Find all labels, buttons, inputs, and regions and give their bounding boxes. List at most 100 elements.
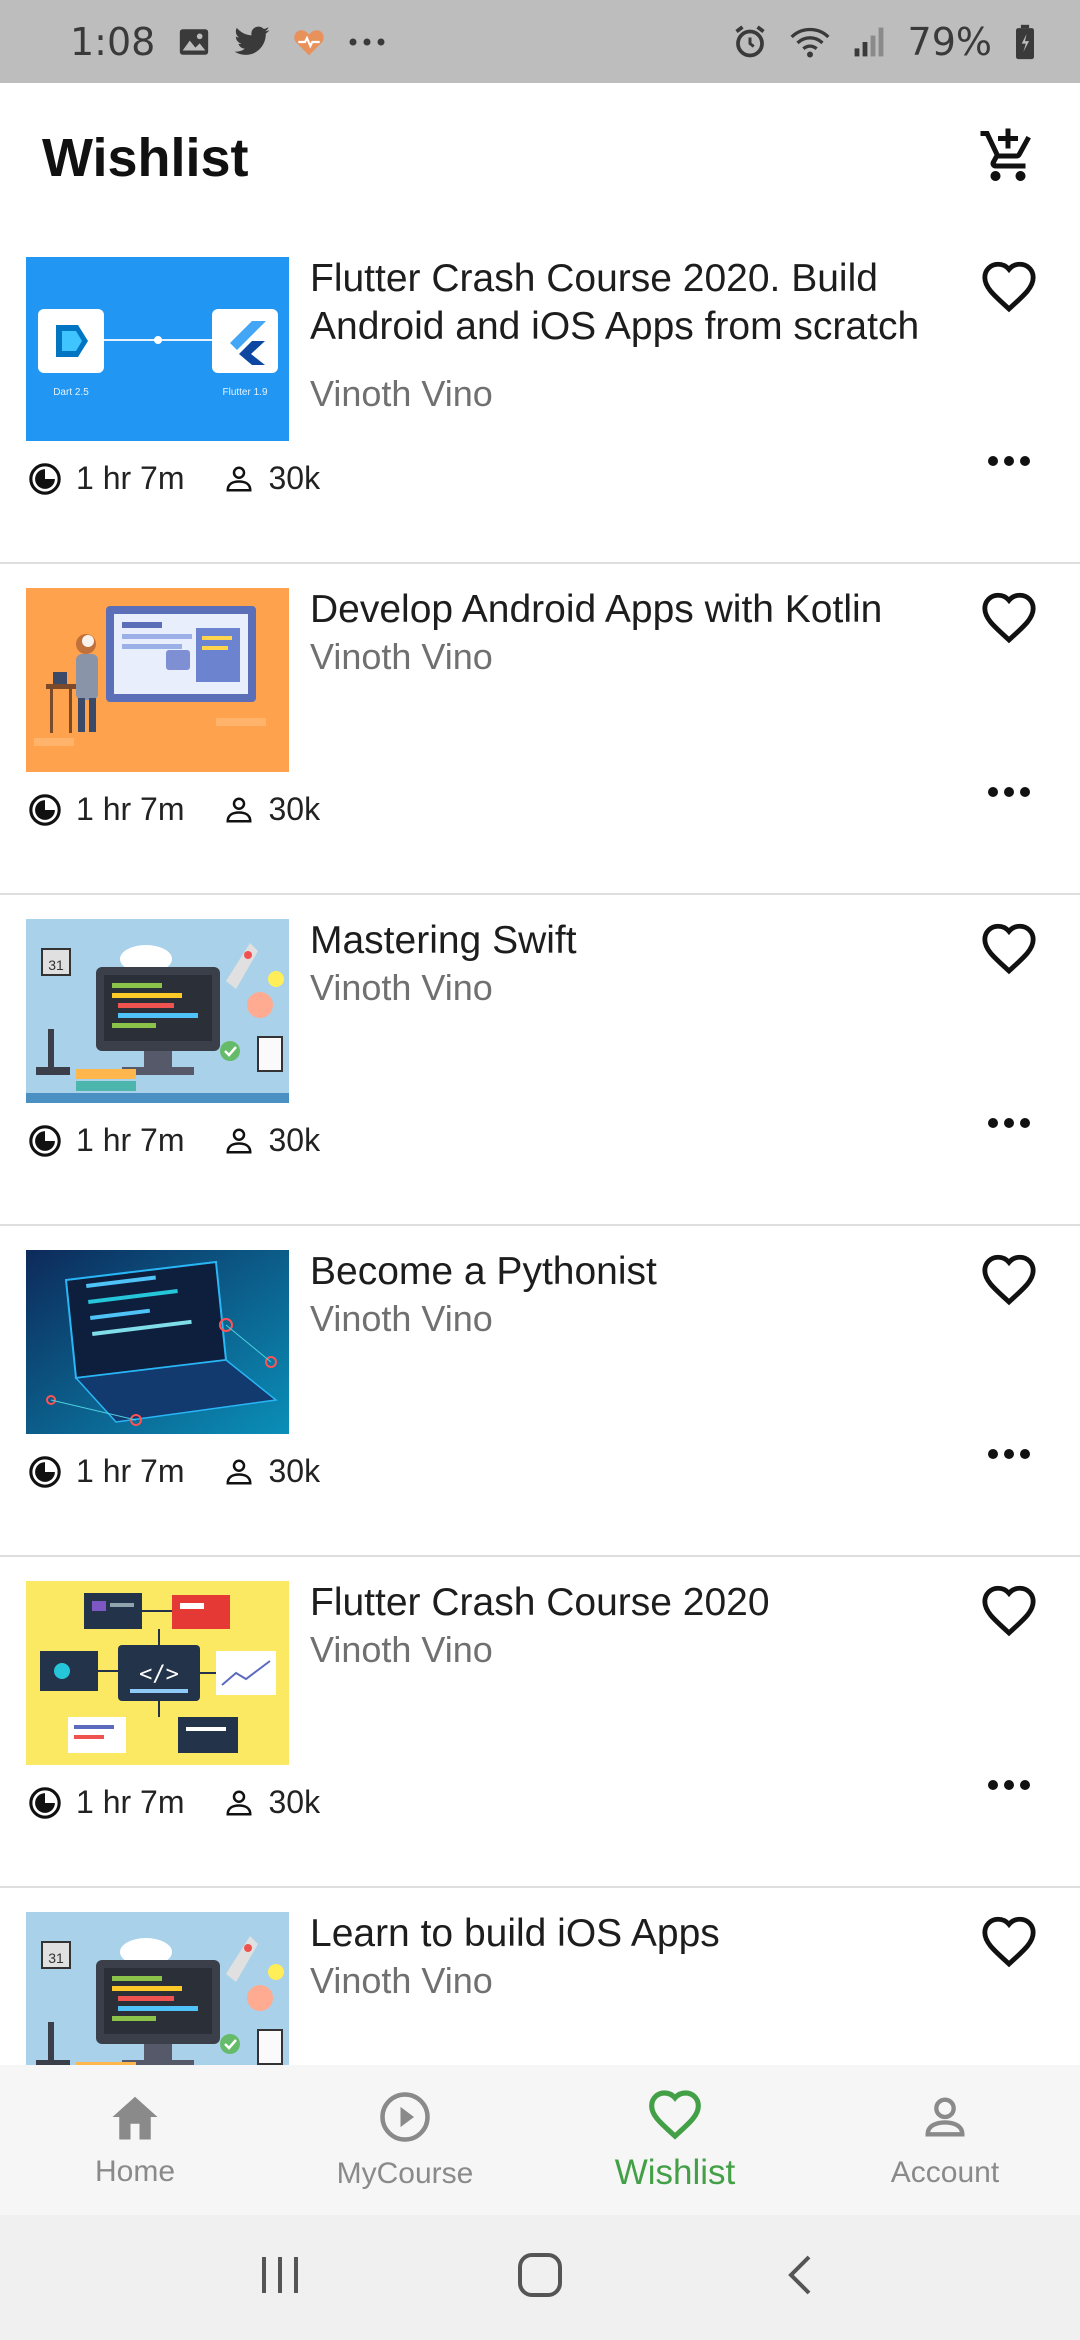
nav-label-home: Home — [94, 2154, 176, 2188]
duration-icon — [28, 1455, 62, 1489]
home-icon — [108, 2092, 162, 2147]
course-title[interactable]: Flutter Crash Course 2020 — [310, 1579, 950, 1627]
course-list[interactable]: Dart 2.5 Flutter 1.9 Flutter Crash Cours… — [0, 233, 1080, 2065]
course-students: 30k — [268, 1784, 321, 1820]
recents-button[interactable] — [235, 2233, 325, 2323]
course-author: Vinoth Vino — [310, 1960, 493, 2001]
course-students: 30k — [268, 1453, 321, 1489]
home-system-button[interactable] — [495, 2233, 585, 2323]
battery-percent: 79% — [907, 19, 992, 64]
course-thumbnail[interactable]: </> — [26, 1581, 289, 1765]
more-dots-icon — [347, 36, 387, 48]
heart-outline-icon — [980, 259, 1038, 318]
duration-icon — [28, 1786, 62, 1820]
more-horizontal-icon — [987, 1447, 1031, 1465]
play-circle-icon — [378, 2090, 432, 2149]
more-horizontal-icon — [987, 1778, 1031, 1796]
course-title[interactable]: Develop Android Apps with Kotlin — [310, 586, 950, 634]
add-to-cart-icon — [978, 126, 1038, 191]
app-bar: Wishlist — [0, 83, 1080, 233]
heart-outline-icon — [980, 1914, 1038, 1973]
wishlist-toggle-button[interactable] — [974, 1246, 1044, 1316]
course-title[interactable]: Learn to build iOS Apps — [310, 1910, 950, 1958]
list-item[interactable]: Dart 2.5 Flutter 1.9 Flutter Crash Cours… — [0, 233, 1080, 564]
person-outline-icon — [224, 464, 254, 494]
course-title[interactable]: Mastering Swift — [310, 917, 950, 965]
nav-item-home[interactable]: Home — [0, 2065, 270, 2215]
heart-icon — [647, 2088, 703, 2145]
wishlist-toggle-button[interactable] — [974, 253, 1044, 323]
wishlist-toggle-button[interactable] — [974, 584, 1044, 654]
more-horizontal-icon — [987, 1116, 1031, 1134]
back-button[interactable] — [755, 2233, 845, 2323]
course-students: 30k — [268, 791, 321, 827]
course-meta: 1 hr 7m 30k — [28, 1122, 320, 1159]
twitter-icon — [233, 26, 271, 58]
course-author: Vinoth Vino — [310, 373, 493, 414]
course-author: Vinoth Vino — [310, 967, 493, 1008]
course-meta: 1 hr 7m 30k — [28, 460, 320, 497]
gallery-icon — [177, 25, 211, 59]
person-outline-icon — [224, 1457, 254, 1487]
nav-label-mycourse: MyCourse — [336, 2156, 474, 2190]
status-right: 79% — [732, 20, 1036, 64]
more-options-button[interactable] — [974, 1767, 1044, 1807]
nav-item-account[interactable]: Account — [810, 2065, 1080, 2215]
duration-icon — [28, 462, 62, 496]
home-circle-icon — [517, 2252, 563, 2303]
list-item[interactable]: </> Flutter Crash Course 2020 Vinoth Vin… — [0, 1557, 1080, 1888]
duration-icon — [28, 1124, 62, 1158]
wishlist-toggle-button[interactable] — [974, 915, 1044, 985]
person-outline-icon — [224, 1126, 254, 1156]
course-thumbnail[interactable]: Dart 2.5 Flutter 1.9 — [26, 257, 289, 441]
course-thumbnail[interactable] — [26, 588, 289, 772]
page-title: Wishlist — [42, 128, 249, 188]
person-icon — [919, 2091, 971, 2148]
health-icon — [293, 27, 325, 57]
course-author: Vinoth Vino — [310, 636, 493, 677]
nav-label-account: Account — [890, 2155, 1000, 2189]
svg-text:31: 31 — [48, 957, 64, 973]
more-horizontal-icon — [987, 454, 1031, 472]
heart-outline-icon — [980, 1583, 1038, 1642]
course-thumbnail[interactable]: 31 — [26, 919, 289, 1103]
course-author: Vinoth Vino — [310, 1629, 493, 1670]
back-icon — [785, 2253, 815, 2302]
course-title[interactable]: Flutter Crash Course 2020. Build Android… — [310, 255, 950, 351]
course-meta: 1 hr 7m 30k — [28, 791, 320, 828]
heart-outline-icon — [980, 590, 1038, 649]
course-thumbnail[interactable]: 31 — [26, 1912, 289, 2065]
list-item[interactable]: Become a Pythonist Vinoth Vino 1 hr 7m 3… — [0, 1226, 1080, 1557]
nav-item-wishlist[interactable]: Wishlist — [540, 2065, 810, 2215]
more-options-button[interactable] — [974, 1436, 1044, 1476]
wishlist-toggle-button[interactable] — [974, 1908, 1044, 1978]
nav-item-mycourse[interactable]: MyCourse — [270, 2065, 540, 2215]
course-students: 30k — [268, 460, 321, 496]
course-duration: 1 hr 7m — [76, 1453, 185, 1489]
course-duration: 1 hr 7m — [76, 460, 185, 496]
add-to-cart-button[interactable] — [972, 122, 1044, 194]
status-left: 1:08 — [70, 20, 387, 64]
more-options-button[interactable] — [974, 1105, 1044, 1145]
person-outline-icon — [224, 795, 254, 825]
more-options-button[interactable] — [974, 774, 1044, 814]
course-title[interactable]: Become a Pythonist — [310, 1248, 950, 1296]
alarm-icon — [732, 24, 768, 60]
wishlist-toggle-button[interactable] — [974, 1577, 1044, 1647]
course-duration: 1 hr 7m — [76, 791, 185, 827]
list-item[interactable]: 31 Mastering Swift Vinoth Vino 1 hr 7m 3… — [0, 895, 1080, 1226]
course-meta: 1 hr 7m 30k — [28, 1784, 320, 1821]
course-duration: 1 hr 7m — [76, 1784, 185, 1820]
list-item[interactable]: 31 Learn to build iOS Apps Vinoth Vino — [0, 1888, 1080, 2065]
course-students: 30k — [268, 1122, 321, 1158]
course-duration: 1 hr 7m — [76, 1122, 185, 1158]
duration-icon — [28, 793, 62, 827]
heart-outline-icon — [980, 1252, 1038, 1311]
status-time: 1:08 — [70, 19, 156, 64]
list-item[interactable]: Develop Android Apps with Kotlin Vinoth … — [0, 564, 1080, 895]
more-options-button[interactable] — [974, 443, 1044, 483]
thumb-label-dart: Dart 2.5 — [53, 387, 89, 398]
svg-text:31: 31 — [48, 1950, 64, 1966]
course-thumbnail[interactable] — [26, 1250, 289, 1434]
status-bar: 1:08 79% — [0, 0, 1080, 83]
